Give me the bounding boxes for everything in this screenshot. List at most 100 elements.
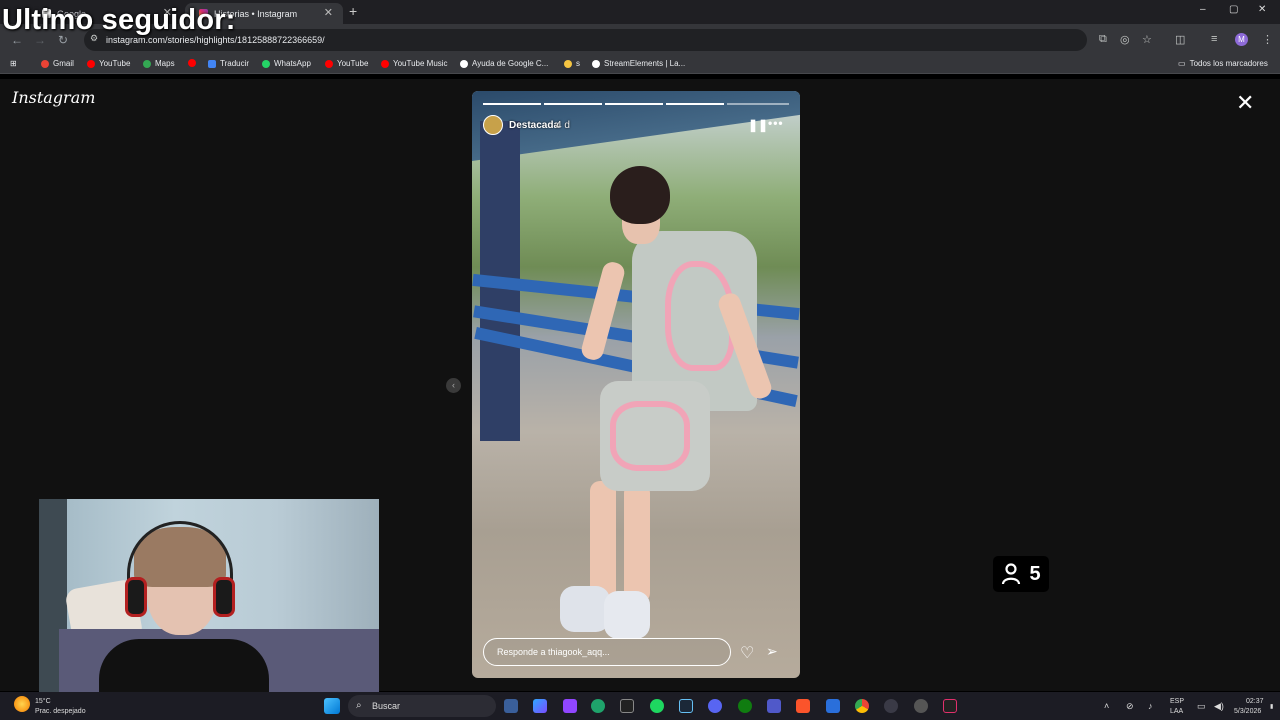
windows-start-icon[interactable] [324, 698, 340, 714]
copilot-icon[interactable] [533, 699, 547, 713]
webcam-overlay [39, 499, 379, 692]
app-icon[interactable] [826, 699, 840, 713]
youtube-music-icon [381, 59, 389, 68]
bookmark-youtube-music[interactable]: YouTube Music [381, 59, 448, 68]
epic-games-icon[interactable] [943, 699, 957, 713]
twitch-icon[interactable] [563, 699, 577, 713]
edge-icon[interactable] [591, 699, 605, 713]
youtube-icon [87, 59, 95, 68]
youtube-icon [325, 59, 333, 68]
apps-grid-icon[interactable]: ⊞ [10, 59, 17, 68]
notification-icon[interactable]: ▮ [1270, 703, 1273, 712]
settings-gear-icon[interactable] [884, 699, 898, 713]
headset-icon [213, 577, 235, 617]
stream-overlay-title: Ultimo seguidor: [2, 4, 236, 36]
translate-icon [208, 59, 216, 68]
all-bookmarks-folder[interactable]: ▭ Todos los marcadores [1178, 59, 1268, 68]
bookmark-star-icon[interactable]: ☆ [1142, 33, 1152, 46]
taskbar-search[interactable]: ⌕ Buscar [348, 695, 496, 717]
story-photo-leg [590, 481, 616, 601]
story-photo-shoe [560, 586, 610, 632]
minimize-button[interactable]: – [1200, 4, 1206, 15]
folder-icon: ▭ [1178, 59, 1186, 68]
more-options-icon[interactable]: ••• [768, 116, 784, 130]
headset-icon [125, 577, 147, 617]
tab-search-icon[interactable]: ≡ [1211, 33, 1217, 45]
bookmark-whatsapp[interactable]: WhatsApp [262, 59, 311, 68]
folder-icon [564, 59, 572, 68]
task-view-icon[interactable] [504, 699, 518, 713]
app-icon[interactable] [914, 699, 928, 713]
new-tab-button[interactable]: + [349, 3, 357, 19]
bookmark-google-help[interactable]: Ayuda de Google C... [460, 59, 548, 68]
story-photo-shorts-print [610, 401, 690, 471]
bookmark-youtube-3[interactable]: YouTube [325, 59, 368, 68]
google-icon [460, 59, 468, 68]
streamelements-icon [592, 59, 600, 68]
like-heart-icon[interactable]: ♡ [740, 643, 754, 663]
close-story-icon[interactable]: ✕ [1236, 90, 1254, 116]
pause-icon[interactable]: ❚❚ [748, 118, 768, 132]
story-progress-segment [483, 103, 541, 105]
previous-story-button[interactable]: ‹ [446, 378, 461, 393]
bookmark-s[interactable]: s [564, 59, 580, 68]
webcam-shirt [99, 639, 269, 692]
viewer-counter-badge: 5 [993, 556, 1049, 592]
windows-taskbar [0, 692, 1280, 720]
bookmark-gmail[interactable]: Gmail [41, 59, 74, 68]
bookmark-youtube-2[interactable] [188, 59, 200, 67]
steam-icon[interactable] [679, 699, 693, 713]
menu-kebab-icon[interactable]: ⋮ [1262, 33, 1273, 46]
story-reply-input[interactable]: Responde a thiagook_aqq... [483, 638, 731, 666]
chrome-icon[interactable] [855, 699, 869, 713]
microphone-icon[interactable]: ♪ [1148, 702, 1153, 711]
cast-icon[interactable]: ⧉ [1099, 33, 1107, 46]
network-icon[interactable]: ▭ [1197, 702, 1206, 711]
spotify-icon[interactable] [650, 699, 664, 713]
clock-time[interactable]: 02:37 [1246, 697, 1264, 706]
weather-temp[interactable]: 15°C [35, 697, 51, 706]
clock-date[interactable]: 5/3/2026 [1234, 707, 1261, 716]
xbox-icon[interactable] [738, 699, 752, 713]
teams-icon[interactable] [767, 699, 781, 713]
youtube-icon [188, 59, 196, 67]
story-avatar[interactable] [483, 115, 503, 135]
viewer-count: 5 [1029, 562, 1041, 585]
search-icon: ⌕ [356, 700, 362, 711]
story-progress-segment [544, 103, 602, 105]
maximize-button[interactable]: ▢ [1229, 4, 1238, 15]
story-progress-segment [727, 103, 789, 105]
language-top[interactable]: ESP [1170, 697, 1184, 706]
volume-icon[interactable]: ◀) [1214, 702, 1224, 711]
weather-desc[interactable]: Prac. despejado [35, 707, 86, 716]
story-progress-segment [605, 103, 663, 105]
bookmark-youtube[interactable]: YouTube [87, 59, 130, 68]
story-photo-shoe [604, 591, 650, 639]
discord-icon[interactable] [708, 699, 722, 713]
epic-games-icon[interactable] [620, 699, 634, 713]
story-photo-leg [624, 483, 650, 603]
person-icon [1002, 563, 1021, 585]
bookmark-maps[interactable]: Maps [143, 59, 175, 68]
camera-off-icon[interactable]: ⊘ [1126, 702, 1134, 711]
extensions-icon[interactable]: ◫ [1175, 33, 1185, 46]
close-tab-icon[interactable]: ✕ [324, 6, 333, 19]
bookmark-translate[interactable]: Traducir [208, 59, 249, 68]
profile-avatar[interactable]: M [1235, 33, 1248, 46]
weather-icon[interactable] [14, 696, 30, 712]
maps-icon [143, 59, 151, 68]
story-photo-arm [579, 259, 627, 363]
window-close-button[interactable]: ✕ [1258, 4, 1266, 15]
send-icon[interactable]: ➢ [766, 643, 778, 660]
eye-off-icon[interactable]: ◎ [1120, 33, 1130, 46]
story-username[interactable]: Destacada [509, 120, 559, 131]
tray-chevron-icon[interactable]: ˄ [1104, 702, 1109, 711]
story-time: 4 d [556, 120, 570, 131]
story-viewer[interactable]: Destacada 4 d ❚❚ ••• Responde a thiagook… [472, 91, 800, 678]
story-photo-hair [610, 166, 670, 224]
brave-icon[interactable] [796, 699, 810, 713]
bookmark-streamelements[interactable]: StreamElements | La... [592, 59, 685, 68]
instagram-logo[interactable]: Instagram [12, 88, 95, 107]
language-bottom[interactable]: LAA [1170, 707, 1183, 716]
story-progress-segment [666, 103, 724, 105]
